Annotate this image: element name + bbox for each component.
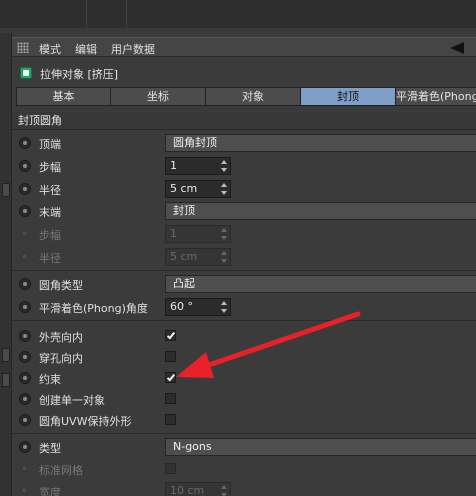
steps-field[interactable]: 1 bbox=[165, 157, 231, 175]
param-label: 创建单一对象 bbox=[39, 392, 157, 406]
row-width: 宽度 10 cm bbox=[12, 480, 476, 496]
param-label: 约束 bbox=[39, 371, 157, 385]
panel-handle[interactable] bbox=[2, 373, 10, 387]
object-header: 拉伸对象 [挤压] bbox=[12, 63, 476, 83]
left-panel-edge bbox=[0, 33, 12, 496]
row-fillet-type: 圆角类型 凸起 bbox=[12, 273, 476, 295]
row-steps-disabled: 步幅 1 bbox=[12, 223, 476, 245]
extrude-icon bbox=[20, 67, 32, 79]
start-dropdown[interactable]: 圆角封顶 bbox=[165, 134, 476, 152]
attribute-menubar: 模式 编辑 用户数据 bbox=[12, 37, 476, 57]
row-start: 顶端 圆角封顶 bbox=[12, 132, 476, 154]
row-end: 末端 封顶 bbox=[12, 200, 476, 222]
param-label: 穿孔向内 bbox=[39, 350, 157, 364]
top-cell bbox=[87, 0, 127, 28]
spinner-icon[interactable] bbox=[221, 182, 228, 196]
animate-radio[interactable] bbox=[19, 441, 31, 453]
attribute-tabs: 基本 坐标 对象 封顶 平滑着色(Phong) bbox=[16, 87, 476, 106]
viewport-top-strip bbox=[0, 0, 476, 33]
param-label: 步幅 bbox=[39, 227, 157, 241]
radius-field-disabled: 5 cm bbox=[165, 248, 231, 266]
separator bbox=[12, 433, 476, 434]
menu-edit[interactable]: 编辑 bbox=[75, 41, 97, 57]
single-object-checkbox[interactable] bbox=[165, 393, 176, 404]
row-constrain: 约束 bbox=[12, 367, 476, 389]
param-label: 半径 bbox=[39, 182, 157, 196]
param-label: 类型 bbox=[39, 440, 157, 454]
animate-radio[interactable] bbox=[19, 183, 31, 195]
spinner-icon bbox=[221, 227, 228, 241]
menu-user-data[interactable]: 用户数据 bbox=[111, 41, 155, 57]
animate-radio[interactable] bbox=[19, 330, 31, 342]
type-dropdown[interactable]: N-gons bbox=[165, 438, 476, 456]
panel-handle[interactable] bbox=[2, 348, 10, 362]
row-radius-disabled: 半径 5 cm bbox=[12, 246, 476, 268]
param-label: 宽度 bbox=[39, 484, 157, 496]
radius-field[interactable]: 5 cm bbox=[165, 180, 231, 198]
row-hole-inward: 穿孔向内 bbox=[12, 346, 476, 368]
row-steps: 步幅 1 bbox=[12, 155, 476, 177]
param-label: 平滑着色(Phong)角度 bbox=[39, 302, 150, 314]
separator bbox=[12, 270, 476, 271]
animate-radio bbox=[21, 230, 28, 237]
panel-handle[interactable] bbox=[2, 183, 10, 197]
menu-mode[interactable]: 模式 bbox=[39, 41, 61, 57]
section-caps-fillet: 封顶圆角 bbox=[12, 112, 476, 130]
width-field-disabled: 10 cm bbox=[165, 482, 231, 496]
tab-phong[interactable]: 平滑着色(Phong) bbox=[395, 87, 476, 106]
row-std-grid: 标准网格 bbox=[12, 458, 476, 480]
row-phong-angle: 平滑着色(Phong)角度 60 ° bbox=[12, 296, 476, 318]
object-title: 拉伸对象 [挤压] bbox=[40, 68, 119, 81]
separator bbox=[12, 320, 476, 321]
grip-icon[interactable] bbox=[17, 42, 29, 53]
param-label: 外壳向内 bbox=[39, 329, 157, 343]
checkmark-icon bbox=[166, 330, 176, 340]
spinner-icon bbox=[221, 250, 228, 264]
animate-radio bbox=[21, 465, 28, 472]
animate-radio[interactable] bbox=[19, 278, 31, 290]
tab-basic[interactable]: 基本 bbox=[16, 87, 110, 106]
param-label: 顶端 bbox=[39, 136, 157, 150]
spinner-icon bbox=[221, 484, 228, 496]
param-label: 半径 bbox=[39, 250, 157, 264]
phong-angle-field[interactable]: 60 ° bbox=[165, 298, 231, 316]
row-type: 类型 N-gons bbox=[12, 436, 476, 458]
tab-caps[interactable]: 封顶 bbox=[300, 87, 395, 106]
top-strip-border bbox=[0, 28, 476, 33]
param-label: 步幅 bbox=[39, 159, 157, 173]
spinner-icon[interactable] bbox=[221, 300, 228, 314]
row-single-object: 创建单一对象 bbox=[12, 388, 476, 410]
animate-radio[interactable] bbox=[19, 160, 31, 172]
param-label: 圆角类型 bbox=[39, 277, 157, 291]
back-arrow-icon[interactable] bbox=[450, 42, 464, 54]
animate-radio bbox=[21, 253, 28, 260]
end-dropdown[interactable]: 封顶 bbox=[165, 202, 476, 220]
checkmark-icon bbox=[166, 372, 176, 382]
param-label: 圆角UVW保持外形 bbox=[39, 415, 134, 427]
top-cell bbox=[0, 0, 87, 28]
fillet-type-dropdown[interactable]: 凸起 bbox=[165, 275, 476, 293]
animate-radio[interactable] bbox=[19, 393, 31, 405]
param-label: 标准网格 bbox=[39, 462, 157, 476]
param-label: 末端 bbox=[39, 204, 157, 218]
animate-radio[interactable] bbox=[19, 205, 31, 217]
row-radius: 半径 5 cm bbox=[12, 178, 476, 200]
animate-radio[interactable] bbox=[19, 301, 31, 313]
uvw-shape-checkbox[interactable] bbox=[165, 414, 176, 425]
animate-radio[interactable] bbox=[19, 137, 31, 149]
row-hull-inward: 外壳向内 bbox=[12, 325, 476, 347]
constrain-checkbox[interactable] bbox=[165, 372, 176, 383]
tab-coordinates[interactable]: 坐标 bbox=[110, 87, 205, 106]
hull-inward-checkbox[interactable] bbox=[165, 330, 176, 341]
animate-radio bbox=[21, 487, 28, 494]
animate-radio[interactable] bbox=[19, 414, 31, 426]
animate-radio[interactable] bbox=[19, 351, 31, 363]
row-uvw-shape: 圆角UVW保持外形 bbox=[12, 409, 476, 431]
animate-radio[interactable] bbox=[19, 372, 31, 384]
spinner-icon[interactable] bbox=[221, 159, 228, 173]
steps-field-disabled: 1 bbox=[165, 225, 231, 243]
tab-object[interactable]: 对象 bbox=[205, 87, 300, 106]
std-grid-checkbox bbox=[165, 463, 176, 474]
hole-inward-checkbox[interactable] bbox=[165, 351, 176, 362]
